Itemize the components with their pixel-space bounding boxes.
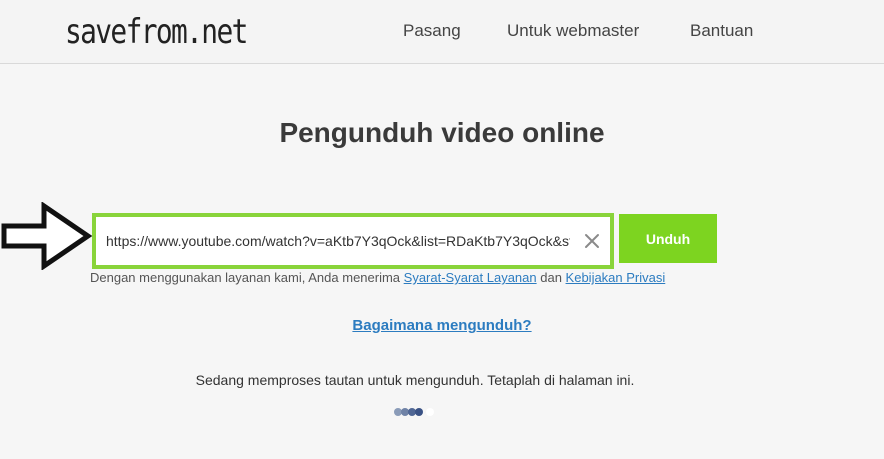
terms-middle: dan <box>536 270 566 285</box>
terms-of-service-link[interactable]: Syarat-Syarat Layanan <box>404 270 537 285</box>
url-input[interactable] <box>106 217 570 265</box>
download-button[interactable]: Unduh <box>619 214 717 263</box>
nav-install[interactable]: Pasang <box>403 21 461 41</box>
loading-dot <box>415 408 423 416</box>
page-title: Pengunduh video online <box>279 117 605 148</box>
arrow-right-outline-icon <box>1 202 92 270</box>
close-icon[interactable] <box>582 230 602 252</box>
header: savefrom.net Pasang Untuk webmaster Bant… <box>0 0 884 64</box>
site-logo[interactable]: savefrom.net <box>65 10 248 54</box>
nav-help[interactable]: Bantuan <box>690 21 753 41</box>
processing-status: Sedang memproses tautan untuk mengunduh.… <box>195 372 635 388</box>
terms-prefix: Dengan menggunakan layanan kami, Anda me… <box>90 270 404 285</box>
privacy-policy-link[interactable]: Kebijakan Privasi <box>566 270 666 285</box>
how-to-download-link[interactable]: Bagaimana mengunduh? <box>352 317 531 334</box>
url-input-container <box>92 213 614 269</box>
nav-webmaster[interactable]: Untuk webmaster <box>507 21 639 41</box>
how-to-container: Bagaimana mengunduh? <box>0 317 884 335</box>
terms-notice: Dengan menggunakan layanan kami, Anda me… <box>90 270 665 285</box>
loading-dot <box>426 408 434 416</box>
